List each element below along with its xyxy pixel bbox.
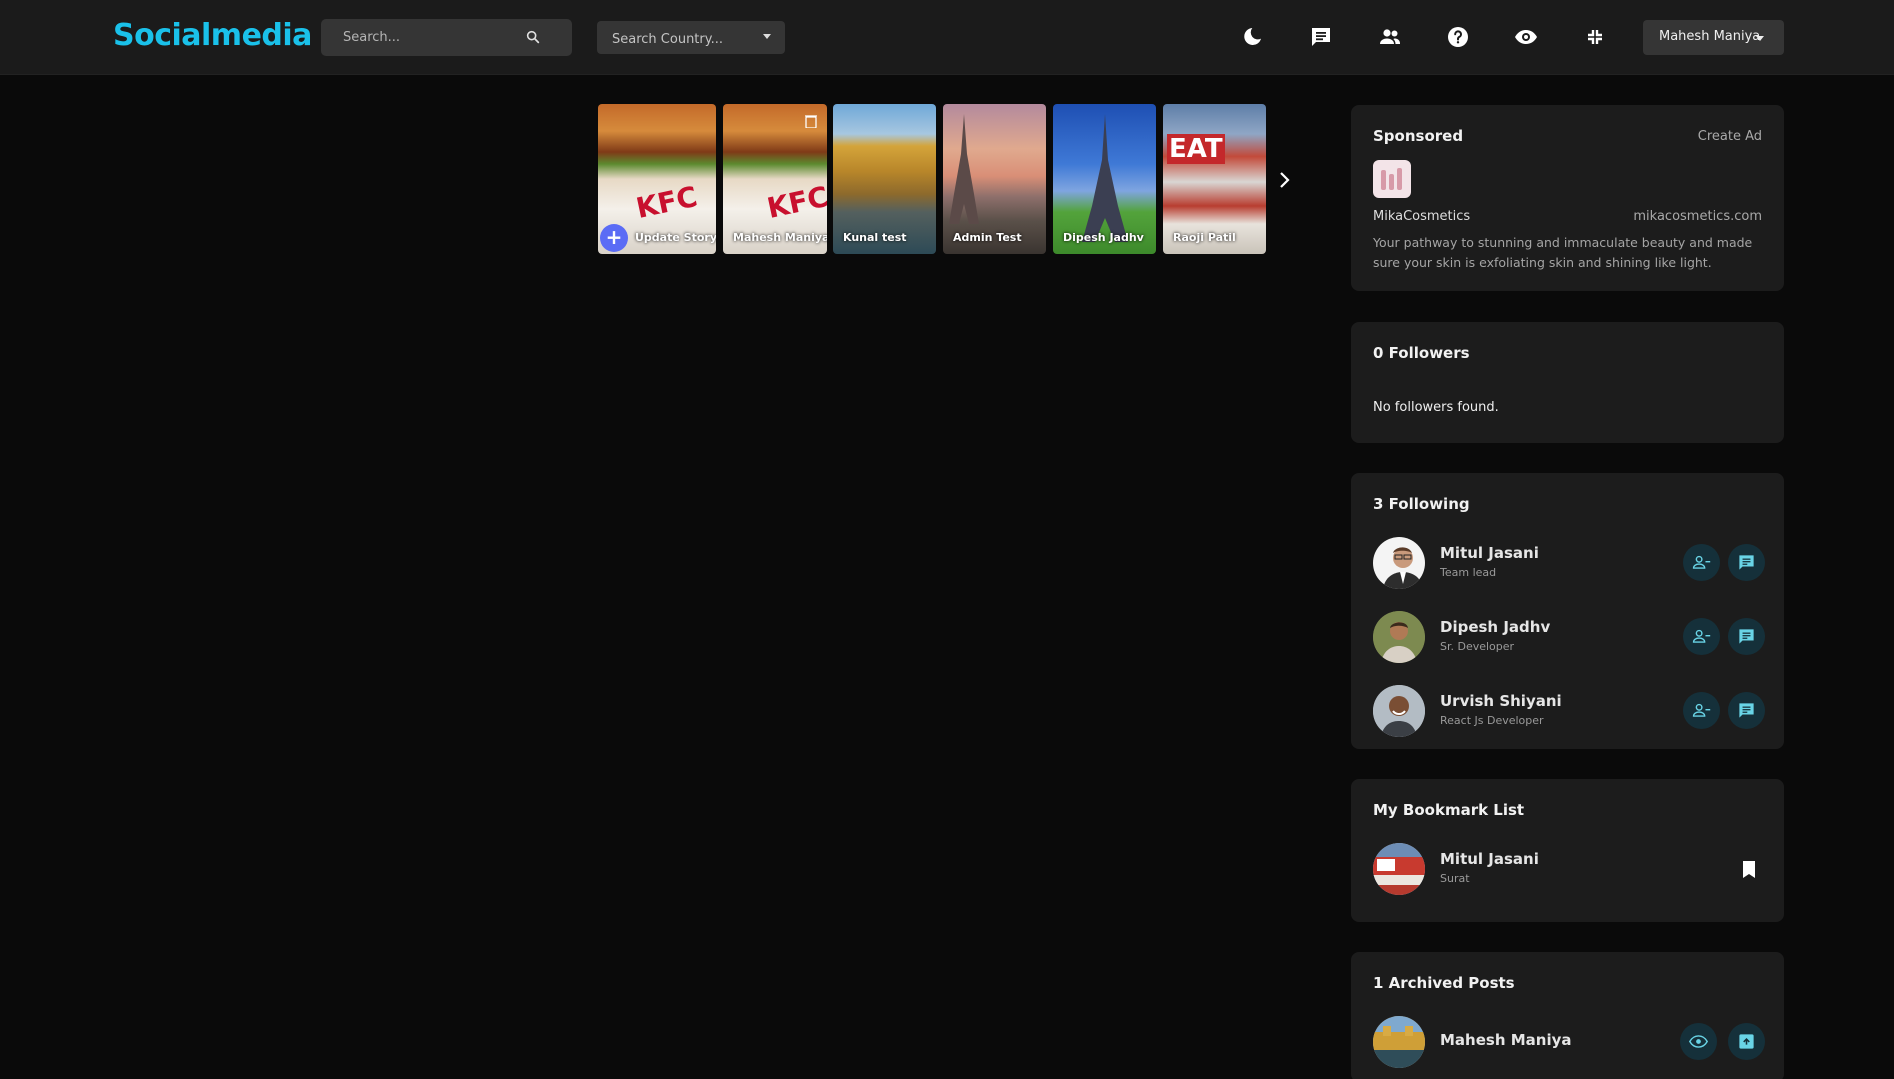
kfc-logo: KFC bbox=[764, 179, 827, 226]
delete-icon[interactable] bbox=[805, 114, 817, 128]
fullscreen-exit-icon[interactable] bbox=[1583, 25, 1607, 49]
avatar[interactable] bbox=[1373, 1016, 1425, 1068]
people-icon[interactable] bbox=[1378, 25, 1402, 49]
story-card[interactable]: Kunal test bbox=[833, 104, 936, 254]
followers-title: 0 Followers bbox=[1373, 344, 1470, 362]
chat-icon bbox=[1739, 555, 1754, 570]
story-card[interactable]: KFC Mahesh Maniya bbox=[723, 104, 827, 254]
sponsor-description: Your pathway to stunning and immaculate … bbox=[1373, 235, 1753, 270]
message-button[interactable] bbox=[1728, 618, 1765, 655]
search-box bbox=[321, 19, 572, 56]
eye-icon bbox=[1689, 1035, 1708, 1048]
story-label: Kunal test bbox=[843, 231, 907, 244]
story-label: Dipesh Jadhv bbox=[1063, 231, 1144, 244]
person-role: Sr. Developer bbox=[1440, 640, 1515, 653]
bookmark-icon[interactable] bbox=[1742, 861, 1756, 878]
bookmark-item: Mitul Jasani Surat bbox=[1373, 843, 1765, 895]
tower-illustration bbox=[1082, 114, 1128, 242]
country-select[interactable]: Search Country... bbox=[597, 21, 785, 54]
user-menu-button[interactable]: Mahesh Maniya bbox=[1643, 20, 1784, 55]
message-button[interactable] bbox=[1728, 544, 1765, 581]
person-remove-icon bbox=[1692, 703, 1711, 717]
chat-icon[interactable] bbox=[1309, 25, 1333, 49]
archived-item: Mahesh Maniya bbox=[1373, 1016, 1765, 1068]
person-remove-icon bbox=[1692, 629, 1711, 643]
chevron-down-icon bbox=[1756, 36, 1764, 41]
person-role: Team lead bbox=[1440, 566, 1497, 579]
add-story-icon[interactable]: + bbox=[600, 224, 628, 252]
bookmark-title: My Bookmark List bbox=[1373, 801, 1525, 819]
person-remove-icon bbox=[1692, 555, 1711, 569]
unfollow-button[interactable] bbox=[1683, 692, 1720, 729]
unarchive-button[interactable] bbox=[1728, 1023, 1765, 1060]
person-location: Surat bbox=[1440, 872, 1470, 885]
following-card: 3 Following Mitul Jasani Team lead Dipes… bbox=[1351, 473, 1784, 749]
eat-sign: EAT bbox=[1167, 134, 1225, 164]
kfc-logo: KFC bbox=[633, 179, 701, 226]
help-icon[interactable] bbox=[1446, 25, 1470, 49]
story-card[interactable]: Admin Test bbox=[943, 104, 1046, 254]
country-select-placeholder: Search Country... bbox=[612, 32, 723, 47]
create-ad-link[interactable]: Create Ad bbox=[1698, 129, 1762, 144]
story-card-update[interactable]: KFC + Update Story bbox=[598, 104, 716, 254]
search-icon[interactable] bbox=[525, 29, 541, 45]
avatar[interactable] bbox=[1373, 611, 1425, 663]
story-card[interactable]: Dipesh Jadhv bbox=[1053, 104, 1156, 254]
following-item: Dipesh Jadhv Sr. Developer bbox=[1373, 611, 1765, 663]
sponsored-title: Sponsored bbox=[1373, 127, 1464, 145]
story-label: Raoji Patil bbox=[1173, 231, 1236, 244]
story-label: Update Story bbox=[635, 231, 716, 244]
following-item: Mitul Jasani Team lead bbox=[1373, 537, 1765, 589]
person-role: React Js Developer bbox=[1440, 714, 1544, 727]
person-name[interactable]: Mitul Jasani bbox=[1440, 544, 1539, 562]
moon-icon[interactable] bbox=[1240, 25, 1264, 49]
sponsor-name[interactable]: MikaCosmetics bbox=[1373, 209, 1470, 224]
followers-card: 0 Followers No followers found. bbox=[1351, 322, 1784, 443]
following-title: 3 Following bbox=[1373, 495, 1470, 513]
bookmark-card: My Bookmark List Mitul Jasani Surat bbox=[1351, 779, 1784, 922]
person-name[interactable]: Mahesh Maniya bbox=[1440, 1031, 1572, 1049]
followers-empty-message: No followers found. bbox=[1373, 400, 1499, 415]
person-name[interactable]: Urvish Shiyani bbox=[1440, 692, 1562, 710]
sponsor-url[interactable]: mikacosmetics.com bbox=[1633, 209, 1762, 224]
brand-logo[interactable]: Socialmedia bbox=[113, 18, 312, 53]
following-item: Urvish Shiyani React Js Developer bbox=[1373, 685, 1765, 737]
view-post-button[interactable] bbox=[1680, 1023, 1717, 1060]
top-navbar: Socialmedia Search Country... Mahesh Man… bbox=[0, 0, 1894, 75]
message-button[interactable] bbox=[1728, 692, 1765, 729]
avatar[interactable] bbox=[1373, 843, 1425, 895]
archived-card: 1 Archived Posts Mahesh Maniya bbox=[1351, 952, 1784, 1079]
stories-strip: KFC + Update Story KFC Mahesh Maniya Kun… bbox=[598, 104, 1266, 256]
archived-title: 1 Archived Posts bbox=[1373, 974, 1515, 992]
person-name[interactable]: Mitul Jasani bbox=[1440, 850, 1539, 868]
chat-icon bbox=[1739, 629, 1754, 644]
story-card[interactable]: EAT Raoji Patil bbox=[1163, 104, 1266, 254]
avatar[interactable] bbox=[1373, 685, 1425, 737]
sponsored-card: Sponsored Create Ad MikaCosmetics mikaco… bbox=[1351, 105, 1784, 291]
story-label: Mahesh Maniya bbox=[733, 231, 827, 244]
unfollow-button[interactable] bbox=[1683, 544, 1720, 581]
chevron-right-icon[interactable] bbox=[1274, 170, 1294, 190]
sponsor-logo[interactable] bbox=[1373, 160, 1411, 198]
chat-icon bbox=[1739, 703, 1754, 718]
unfollow-button[interactable] bbox=[1683, 618, 1720, 655]
story-label: Admin Test bbox=[953, 231, 1022, 244]
tower-illustration bbox=[949, 114, 979, 224]
user-menu-label: Mahesh Maniya bbox=[1659, 29, 1761, 44]
eye-icon[interactable] bbox=[1514, 25, 1538, 49]
search-input[interactable] bbox=[321, 19, 521, 56]
person-name[interactable]: Dipesh Jadhv bbox=[1440, 618, 1550, 636]
unarchive-icon bbox=[1739, 1034, 1754, 1049]
avatar[interactable] bbox=[1373, 537, 1425, 589]
chevron-down-icon bbox=[763, 34, 771, 39]
